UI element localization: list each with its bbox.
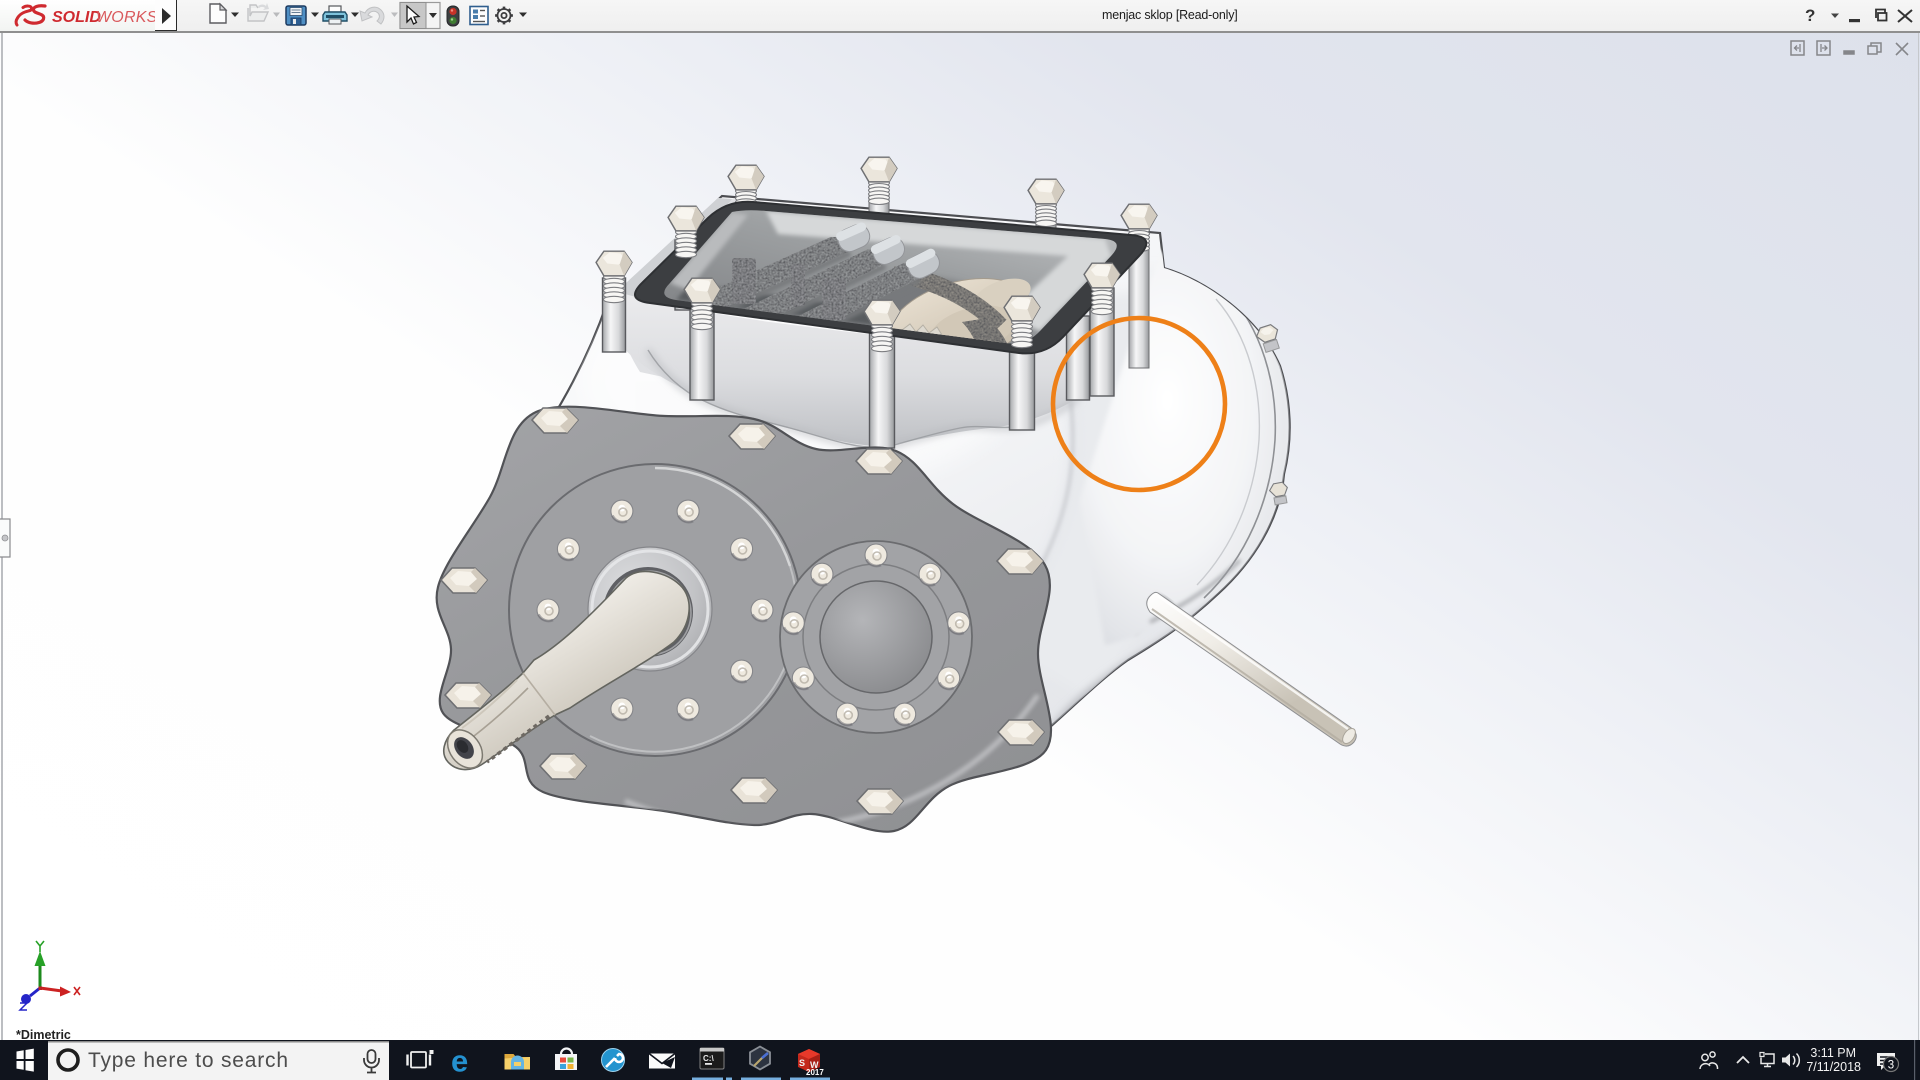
svg-text:e: e — [451, 1044, 468, 1079]
svg-text:Type here to search: Type here to search — [88, 1049, 289, 1072]
svg-text:SOLID: SOLID — [52, 9, 101, 26]
svg-text:3: 3 — [1888, 1060, 1894, 1072]
svg-text:C:\: C:\ — [703, 1054, 714, 1063]
svg-text:3:11 PM: 3:11 PM — [1810, 1046, 1856, 1060]
svg-text:*Dimetric: *Dimetric — [16, 1028, 71, 1040]
svg-text:?: ? — [1805, 6, 1815, 25]
svg-text:S: S — [799, 1058, 805, 1068]
svg-text:7/11/2018: 7/11/2018 — [1806, 1060, 1861, 1074]
svg-text:WORKS: WORKS — [96, 9, 157, 26]
svg-text:2017: 2017 — [806, 1068, 824, 1077]
